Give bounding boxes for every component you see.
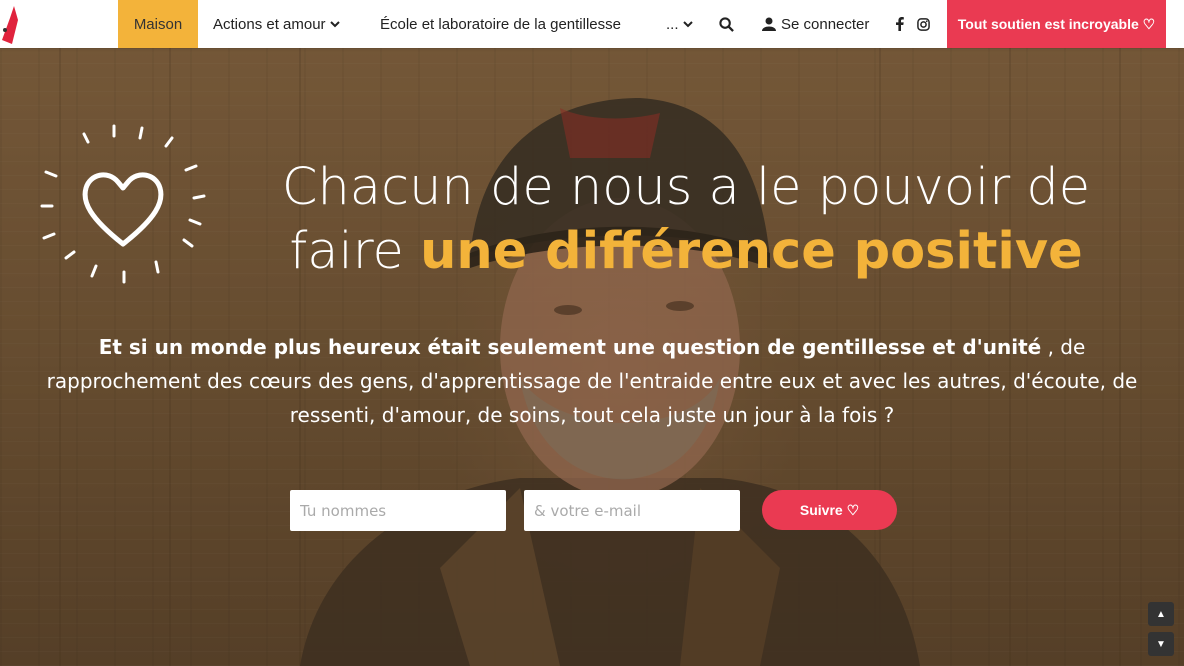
email-field[interactable] bbox=[524, 490, 740, 531]
nav-item-ecole[interactable]: École et laboratoire de la gentillesse bbox=[380, 0, 621, 48]
hero-headline: Chacun de nous a le pouvoir de faire une… bbox=[236, 156, 1136, 284]
chevron-down-icon bbox=[682, 21, 693, 28]
search-button[interactable] bbox=[717, 0, 735, 48]
chevron-up-icon: ▲ bbox=[1156, 608, 1166, 620]
login-label: Se connecter bbox=[781, 15, 870, 33]
instagram-icon bbox=[917, 17, 930, 31]
top-navigation: Maison Actions et amour École et laborat… bbox=[0, 0, 1184, 48]
scroll-up-button[interactable]: ▲ bbox=[1148, 602, 1174, 626]
nav-item-label: Actions et amour bbox=[213, 15, 326, 33]
donate-label: Tout soutien est incroyable ♡ bbox=[957, 15, 1156, 32]
headline-highlight: une différence positive bbox=[420, 222, 1083, 281]
follow-button[interactable]: Suivre ♡ bbox=[762, 490, 897, 530]
user-icon bbox=[762, 17, 776, 31]
name-field[interactable] bbox=[290, 490, 506, 531]
hero-intro: Et si un monde plus heureux était seulem… bbox=[40, 330, 1144, 432]
facebook-icon bbox=[896, 17, 904, 31]
donate-button[interactable]: Tout soutien est incroyable ♡ bbox=[947, 0, 1166, 48]
hero-section: Chacun de nous a le pouvoir de faire une… bbox=[0, 48, 1184, 666]
logo-icon[interactable] bbox=[0, 0, 30, 48]
nav-item-label: Maison bbox=[133, 15, 183, 33]
search-icon bbox=[718, 16, 734, 32]
intro-bold: Et si un monde plus heureux était seulem… bbox=[98, 335, 1042, 359]
facebook-link[interactable] bbox=[895, 0, 904, 48]
instagram-link[interactable] bbox=[917, 0, 930, 48]
chevron-down-icon bbox=[329, 21, 340, 28]
nav-item-maison[interactable]: Maison bbox=[118, 0, 198, 48]
nav-item-label: ... bbox=[666, 15, 679, 33]
scroll-down-button[interactable]: ▼ bbox=[1148, 632, 1174, 656]
nav-item-more[interactable]: ... bbox=[666, 0, 693, 48]
login-link[interactable]: Se connecter bbox=[762, 0, 869, 48]
nav-item-label: École et laboratoire de la gentillesse bbox=[380, 15, 621, 33]
nav-item-actions-et-amour[interactable]: Actions et amour bbox=[213, 0, 340, 48]
heart-icon bbox=[40, 124, 206, 284]
chevron-down-icon: ▼ bbox=[1156, 638, 1166, 650]
